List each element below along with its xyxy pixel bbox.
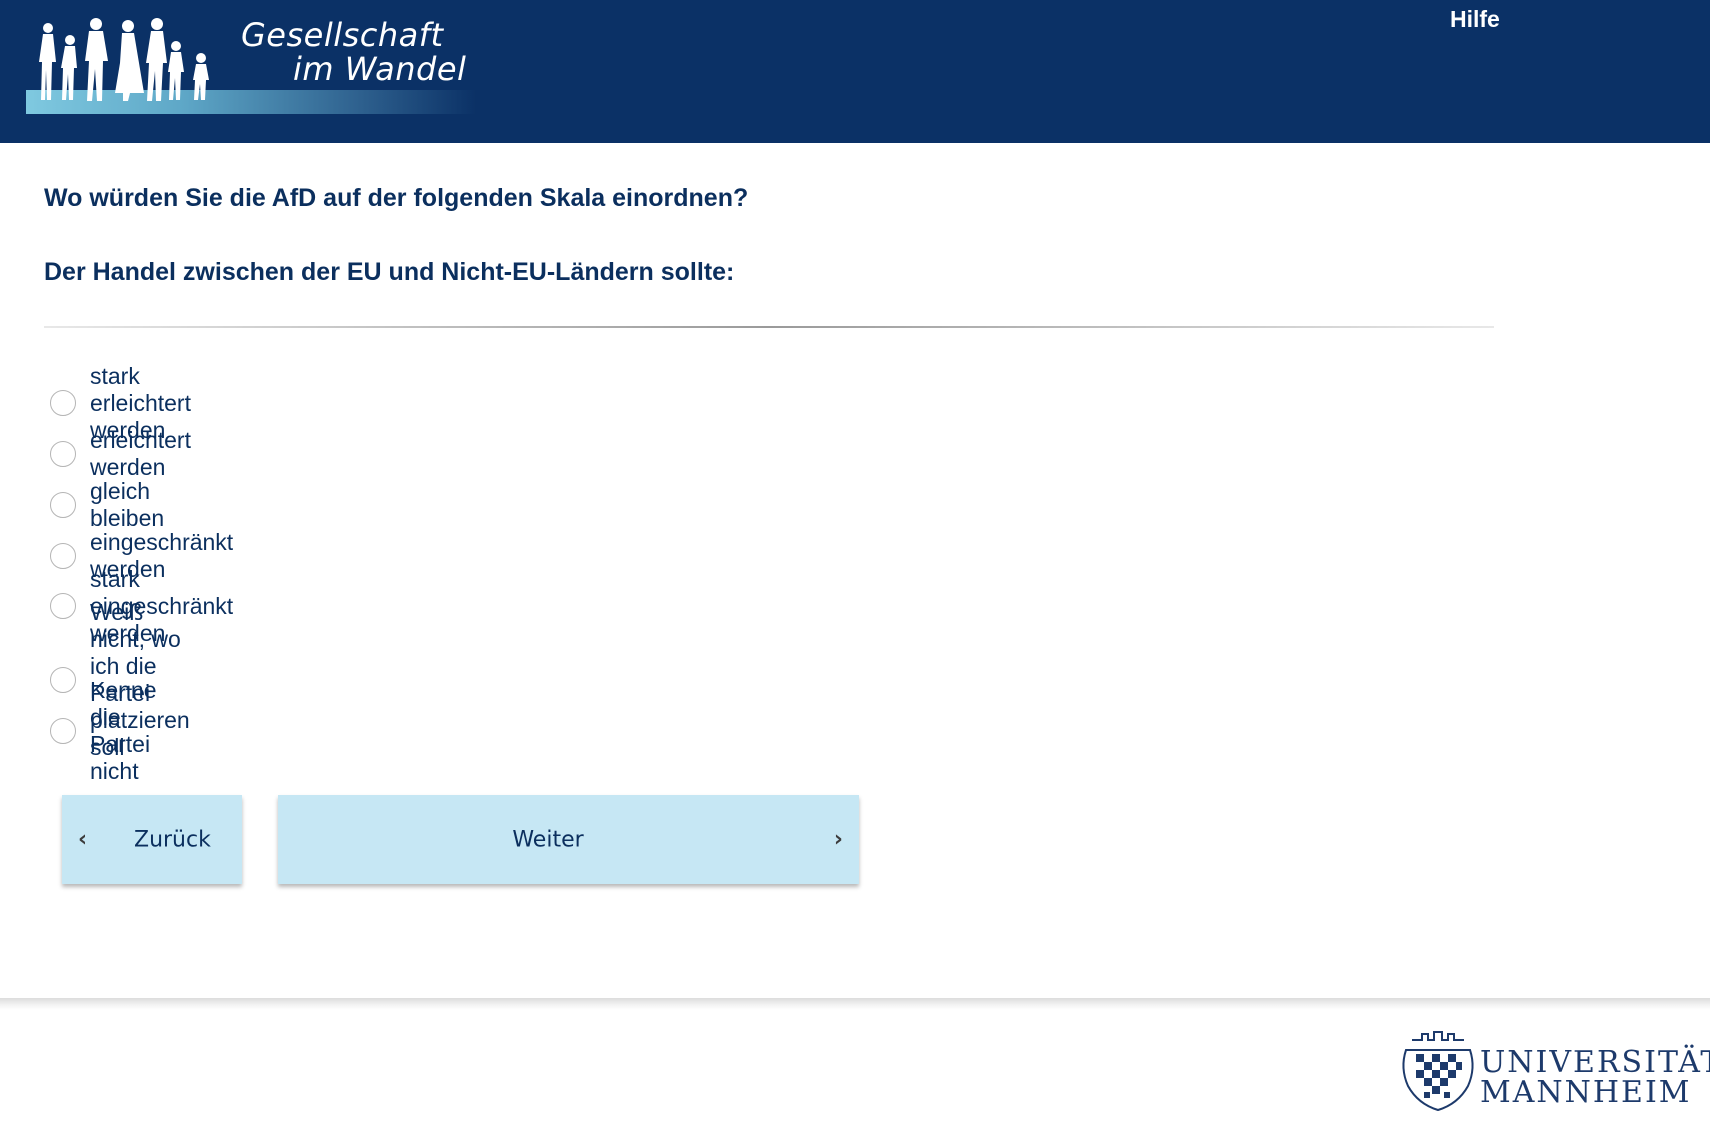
logo-title-line1: Gesellschaft	[241, 16, 444, 54]
university-crest-icon	[1402, 1031, 1474, 1112]
option-erleichtert[interactable]: erleichtert werden	[50, 427, 191, 480]
next-button[interactable]: Weiter ›	[278, 795, 859, 884]
radio-button[interactable]	[50, 492, 76, 518]
option-kenne-nicht[interactable]: Kenne die Partei nicht	[50, 677, 157, 784]
chevron-left-icon: ‹	[78, 826, 88, 852]
logo-title: Gesellschaft im Wandel	[241, 18, 466, 86]
back-button[interactable]: ‹ Zurück	[62, 795, 242, 884]
header-bar: Gesellschaft im Wandel Hilfe	[0, 0, 1710, 143]
university-name-line1: UNIVERSITÄT	[1480, 1045, 1710, 1080]
divider	[44, 326, 1494, 328]
option-gleich-bleiben[interactable]: gleich bleiben	[50, 478, 164, 531]
chevron-right-icon: ›	[833, 826, 843, 852]
question-title: Wo würden Sie die AfD auf der folgenden …	[44, 184, 749, 212]
radio-button[interactable]	[50, 718, 76, 744]
footer-divider	[0, 998, 1710, 1010]
question-subtitle: Der Handel zwischen der EU und Nicht-EU-…	[44, 258, 735, 286]
gesellschaft-im-wandel-logo: Gesellschaft im Wandel	[26, 8, 476, 114]
radio-button[interactable]	[50, 593, 76, 619]
option-label: Kenne die Partei nicht	[90, 677, 157, 784]
option-stark-erleichtert[interactable]: stark erleichtert werden	[50, 363, 191, 443]
radio-button[interactable]	[50, 441, 76, 467]
universitaet-mannheim-logo: UNIVERSITÄT MANNHEIM	[1398, 1026, 1710, 1114]
university-name: UNIVERSITÄT MANNHEIM	[1480, 1048, 1710, 1108]
radio-button[interactable]	[50, 543, 76, 569]
help-link[interactable]: Hilfe	[1450, 6, 1500, 33]
radio-button[interactable]	[50, 390, 76, 416]
option-label: erleichtert werden	[90, 427, 191, 480]
radio-button[interactable]	[50, 667, 76, 693]
logo-title-line2: im Wandel	[293, 50, 467, 88]
next-button-label: Weiter	[512, 827, 584, 852]
people-silhouettes-icon	[39, 18, 209, 101]
back-button-label: Zurück	[134, 827, 211, 852]
option-label: gleich bleiben	[90, 478, 165, 531]
survey-page: Gesellschaft im Wandel Hilfe Wo würden S…	[0, 0, 1710, 1126]
university-name-line2: MANNHEIM	[1480, 1075, 1692, 1110]
